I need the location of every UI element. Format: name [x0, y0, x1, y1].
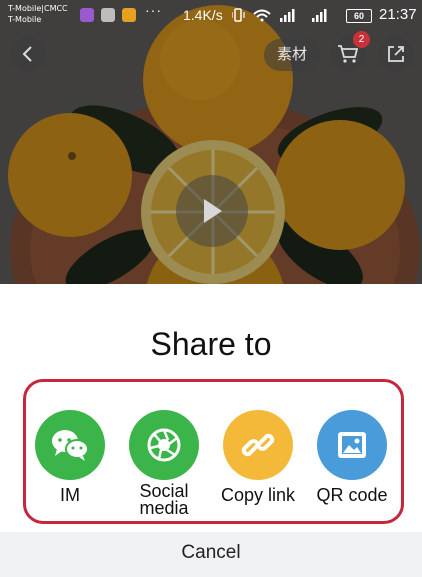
- cart-count-badge: 2: [353, 31, 370, 48]
- status-bar: T-Mobile|CMCC T-Mobile ··· 1.4K/s 60 21:…: [0, 0, 422, 34]
- share-sheet: Share to IM Social media Copy link QR co…: [0, 284, 422, 577]
- play-icon: [204, 199, 222, 223]
- cancel-button[interactable]: Cancel: [0, 532, 422, 577]
- chat-bubbles-icon: [52, 430, 89, 461]
- copy-link-option-circle[interactable]: [223, 410, 293, 480]
- vibrate-icon: [232, 8, 245, 22]
- aperture-icon: [147, 428, 181, 462]
- carrier-line-2: T-Mobile: [8, 15, 42, 24]
- share-export-icon: [388, 46, 404, 62]
- gray-app-icon: [101, 8, 115, 22]
- purple-app-icon: [80, 8, 94, 22]
- battery-icon: 60: [346, 9, 372, 23]
- share-option-copy-link[interactable]: Copy link: [210, 410, 306, 504]
- connectivity-icons: [232, 8, 327, 22]
- share-sheet-title: Share to: [150, 326, 272, 362]
- qr-code-option-label: QR code: [316, 485, 388, 505]
- product-video-preview[interactable]: T-Mobile|CMCC T-Mobile ··· 1.4K/s 60 21:…: [0, 0, 422, 284]
- qr-code-option-circle[interactable]: [317, 410, 387, 480]
- network-speed: 1.4K/s: [183, 7, 223, 23]
- share-button[interactable]: [378, 36, 414, 72]
- image-icon: [338, 432, 366, 458]
- social-media-option-circle[interactable]: [129, 410, 199, 480]
- share-option-social-media[interactable]: Social media: [116, 410, 212, 517]
- play-button[interactable]: [176, 175, 248, 247]
- orange-app-icon: [122, 8, 136, 22]
- social-media-option-label: Social media: [139, 481, 189, 518]
- carrier-line-1: T-Mobile|CMCC: [8, 4, 68, 13]
- link-icon: [241, 433, 275, 457]
- chevron-left-icon: [22, 46, 32, 62]
- share-option-im[interactable]: IM: [22, 410, 118, 504]
- back-button[interactable]: [10, 36, 46, 72]
- im-option-label: IM: [60, 485, 80, 505]
- cart-icon: [338, 45, 359, 63]
- copy-link-option-label: Copy link: [220, 485, 296, 505]
- wifi-icon: [253, 9, 271, 22]
- more-notifications-icon: ···: [145, 2, 162, 18]
- share-option-qr-code[interactable]: QR code: [304, 410, 400, 504]
- carrier-info: T-Mobile|CMCC T-Mobile: [8, 3, 68, 25]
- signal-icon: [280, 9, 327, 22]
- clock: 21:37: [379, 6, 417, 23]
- material-button[interactable]: 素材: [264, 39, 320, 71]
- im-option-circle[interactable]: [35, 410, 105, 480]
